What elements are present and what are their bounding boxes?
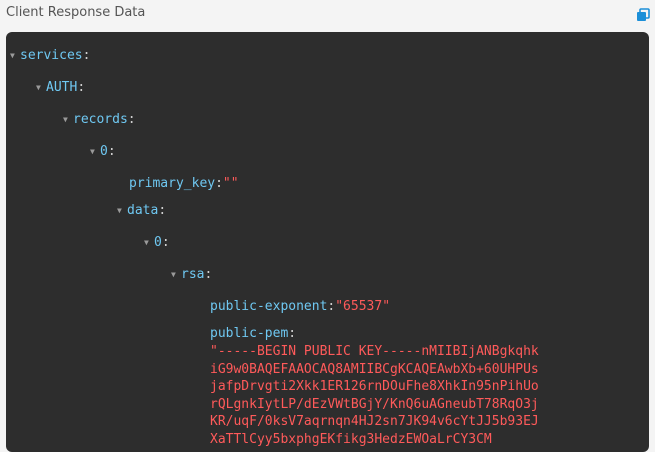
node-key: services: [20, 48, 83, 63]
panel-header: Client Response Data: [0, 0, 655, 30]
node-primary-key: primary_key:"": [129, 176, 239, 191]
node-auth[interactable]: ▼ AUTH:: [36, 78, 85, 98]
node-public-exponent: public-exponent:"65537": [210, 299, 391, 314]
node-key: AUTH: [46, 80, 78, 95]
collapse-caret-icon[interactable]: ▼: [171, 265, 181, 285]
node-value: "": [222, 176, 239, 191]
collapse-caret-icon[interactable]: ▼: [117, 201, 127, 221]
collapse-caret-icon[interactable]: ▼: [10, 46, 20, 66]
node-value: "65537": [335, 299, 391, 314]
copy-icon[interactable]: [636, 8, 650, 22]
node-public-pem: public-pem:: [210, 326, 297, 341]
node-key: primary_key: [129, 176, 216, 191]
node-services[interactable]: ▼ services:: [10, 46, 90, 66]
node-key: records: [73, 112, 128, 127]
json-viewer[interactable]: ▼ services: ▼ AUTH: ▼ records: ▼ 0: primary_…: [6, 32, 649, 452]
public-pem-value: "-----BEGIN PUBLIC KEY-----nMIIBIjANBgkq…: [210, 344, 539, 447]
node-key: data: [127, 203, 159, 218]
node-data-0[interactable]: ▼ 0:: [144, 233, 170, 253]
node-key: rsa: [181, 267, 205, 282]
panel-title: Client Response Data: [6, 5, 146, 20]
node-data[interactable]: ▼ data:: [117, 201, 166, 221]
collapse-caret-icon[interactable]: ▼: [90, 142, 100, 162]
collapse-caret-icon[interactable]: ▼: [36, 78, 46, 98]
node-rsa[interactable]: ▼ rsa:: [171, 265, 212, 285]
collapse-caret-icon[interactable]: ▼: [63, 110, 73, 130]
node-records[interactable]: ▼ records:: [63, 110, 136, 130]
node-key: 0: [154, 235, 162, 250]
collapse-caret-icon[interactable]: ▼: [144, 233, 154, 253]
node-key: 0: [100, 144, 108, 159]
node-records-0[interactable]: ▼ 0:: [90, 142, 116, 162]
node-key: public-pem: [210, 326, 289, 341]
node-key: public-exponent: [210, 299, 328, 314]
